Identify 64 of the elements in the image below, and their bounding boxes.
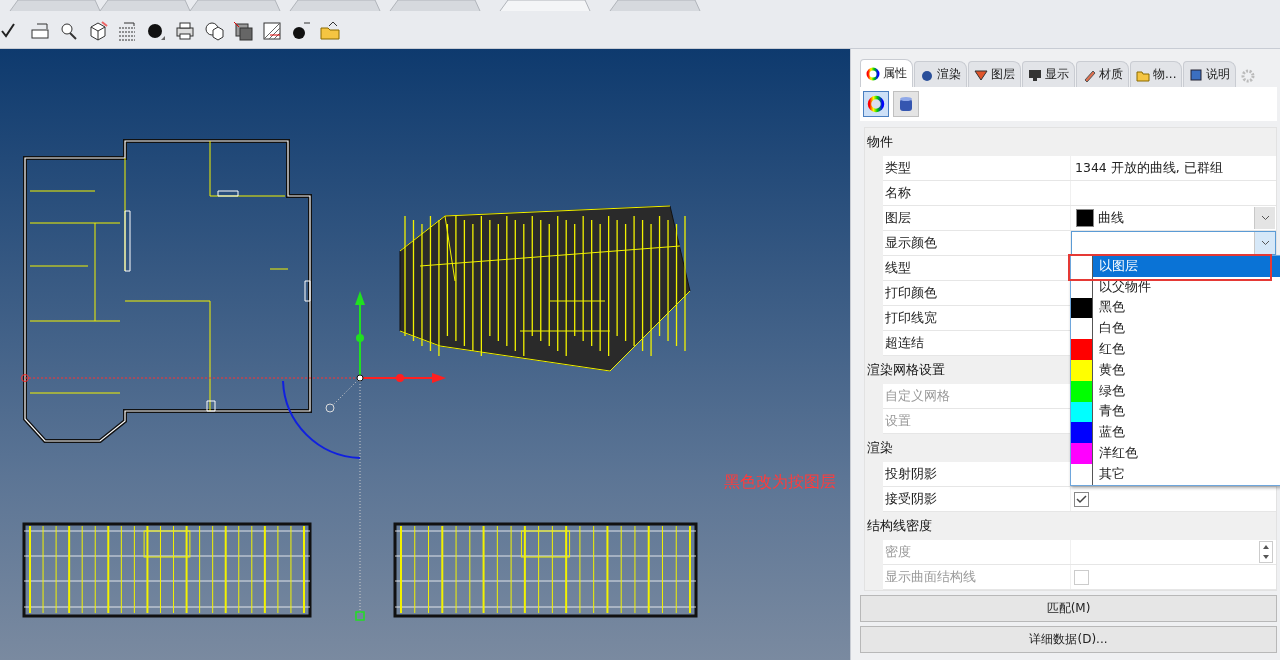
panel-tab[interactable]: 材质 — [1076, 61, 1129, 87]
chevron-down-icon — [1260, 240, 1270, 246]
dropdown-option[interactable]: 以图层 — [1071, 256, 1280, 277]
panel-tab[interactable]: 显示 — [1022, 61, 1075, 87]
ball-icon[interactable] — [290, 20, 312, 42]
property-label: 线型 — [883, 256, 1070, 280]
dropdown-field[interactable]: 曲线 — [1071, 206, 1276, 230]
property-label: 自定义网格 — [883, 384, 1070, 408]
hatch-icon[interactable] — [261, 20, 283, 42]
checkbox[interactable] — [1074, 491, 1089, 507]
chevron-down-icon — [1260, 215, 1270, 221]
panel-tab[interactable]: 图层 — [968, 61, 1021, 87]
panel-tab[interactable]: 属性 — [860, 59, 913, 87]
dropdown-option[interactable]: 白色 — [1071, 318, 1280, 340]
section-header: 物件 — [867, 133, 893, 151]
tag-icon[interactable] — [29, 20, 51, 42]
property-label: 打印线宽 — [883, 306, 1070, 330]
cylinder-icon — [897, 95, 915, 113]
property-label: 名称 — [883, 181, 1070, 205]
annotation-text: 黑色改为按图层 — [724, 472, 836, 493]
spinner-control[interactable] — [1259, 541, 1273, 563]
dropdown-option[interactable]: 以父物件 — [1071, 276, 1280, 298]
property-label: 超连结 — [883, 331, 1070, 355]
folder-icon[interactable] — [319, 20, 341, 42]
stacked-boxes-icon[interactable] — [232, 20, 254, 42]
section-header: 渲染网格设置 — [867, 361, 945, 379]
cubes-icon[interactable] — [203, 20, 225, 42]
panel-button[interactable]: 匹配(M) — [860, 595, 1277, 622]
property-label: 类型 — [883, 156, 1070, 180]
dropdown-option[interactable]: 黑色 — [1071, 297, 1280, 319]
section-header: 结构线密度 — [867, 517, 932, 535]
dropdown-option[interactable]: 青色 — [1071, 401, 1280, 423]
up-arrow-icon — [1263, 545, 1269, 549]
dropdown-option[interactable]: 其它 — [1071, 463, 1280, 485]
printer-icon[interactable] — [174, 20, 196, 42]
property-label: 显示曲面结构线 — [883, 565, 1070, 589]
list-icon[interactable] — [116, 20, 138, 42]
dropdown-option[interactable]: 黄色 — [1071, 360, 1280, 381]
monitor-icon — [1028, 67, 1042, 82]
down-arrow-icon — [1263, 555, 1269, 559]
property-label: 接受阴影 — [883, 487, 1070, 511]
dropdown-option[interactable]: 洋红色 — [1071, 443, 1280, 464]
property-label: 打印颜色 — [883, 281, 1070, 305]
cube-icon[interactable] — [87, 20, 109, 42]
property-label: 显示颜色 — [883, 231, 1070, 255]
color-wheel-icon — [867, 95, 885, 113]
panel-tab[interactable]: 渲染 — [914, 61, 967, 87]
dropdown-option[interactable]: 绿色 — [1071, 380, 1280, 402]
dropdown-option[interactable]: 红色 — [1071, 339, 1280, 360]
panel-tool-button[interactable] — [893, 91, 919, 117]
panel-button[interactable]: 详细数据(D)... — [860, 626, 1277, 653]
property-label: 图层 — [883, 206, 1070, 230]
property-value: 1344 开放的曲线, 已群组 — [1071, 156, 1276, 180]
dropdown-option[interactable]: 蓝色 — [1071, 422, 1280, 444]
property-label: 投射阴影 — [883, 462, 1070, 486]
property-label: 密度 — [883, 540, 1070, 564]
color-wheel-icon — [866, 66, 880, 81]
panel-tab[interactable]: 物... — [1130, 61, 1183, 87]
document-icon — [1189, 67, 1204, 82]
property-label: 设置 — [883, 409, 1070, 433]
panel-tab[interactable]: 说明 — [1183, 61, 1237, 87]
panel-tool-button[interactable] — [863, 91, 889, 117]
section-header: 渲染 — [867, 439, 893, 457]
layers-icon — [974, 67, 988, 82]
